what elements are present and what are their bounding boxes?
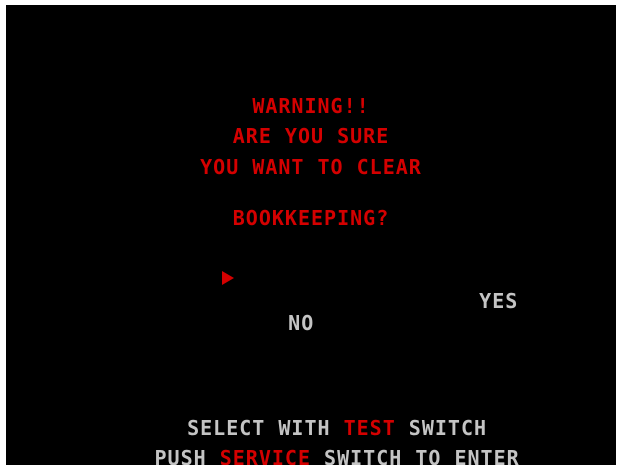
instruction-service-key: SERVICE — [219, 446, 312, 465]
warning-line-bookkeeping: BOOKKEEPING? — [232, 206, 390, 230]
warning-line-confirm: ARE YOU SURE — [232, 124, 390, 148]
warning-title: WARNING!! — [252, 94, 370, 118]
choice-no-label: NO — [288, 311, 315, 335]
choice-no[interactable]: NO — [222, 268, 315, 356]
selection-arrow-icon — [222, 271, 234, 285]
instruction-enter: PUSH SERVICE SWITCH TO ENTER — [6, 425, 616, 465]
choice-yes[interactable]: YES — [427, 268, 518, 334]
game-screen: WARNING!! ARE YOU SURE YOU WANT TO CLEAR… — [6, 5, 616, 465]
choice-yes-label: YES — [479, 289, 519, 313]
instruction-enter-post: SWITCH TO ENTER — [311, 446, 520, 465]
warning-line-clear: YOU WANT TO CLEAR — [200, 155, 422, 179]
instruction-enter-pre: PUSH — [154, 446, 220, 465]
